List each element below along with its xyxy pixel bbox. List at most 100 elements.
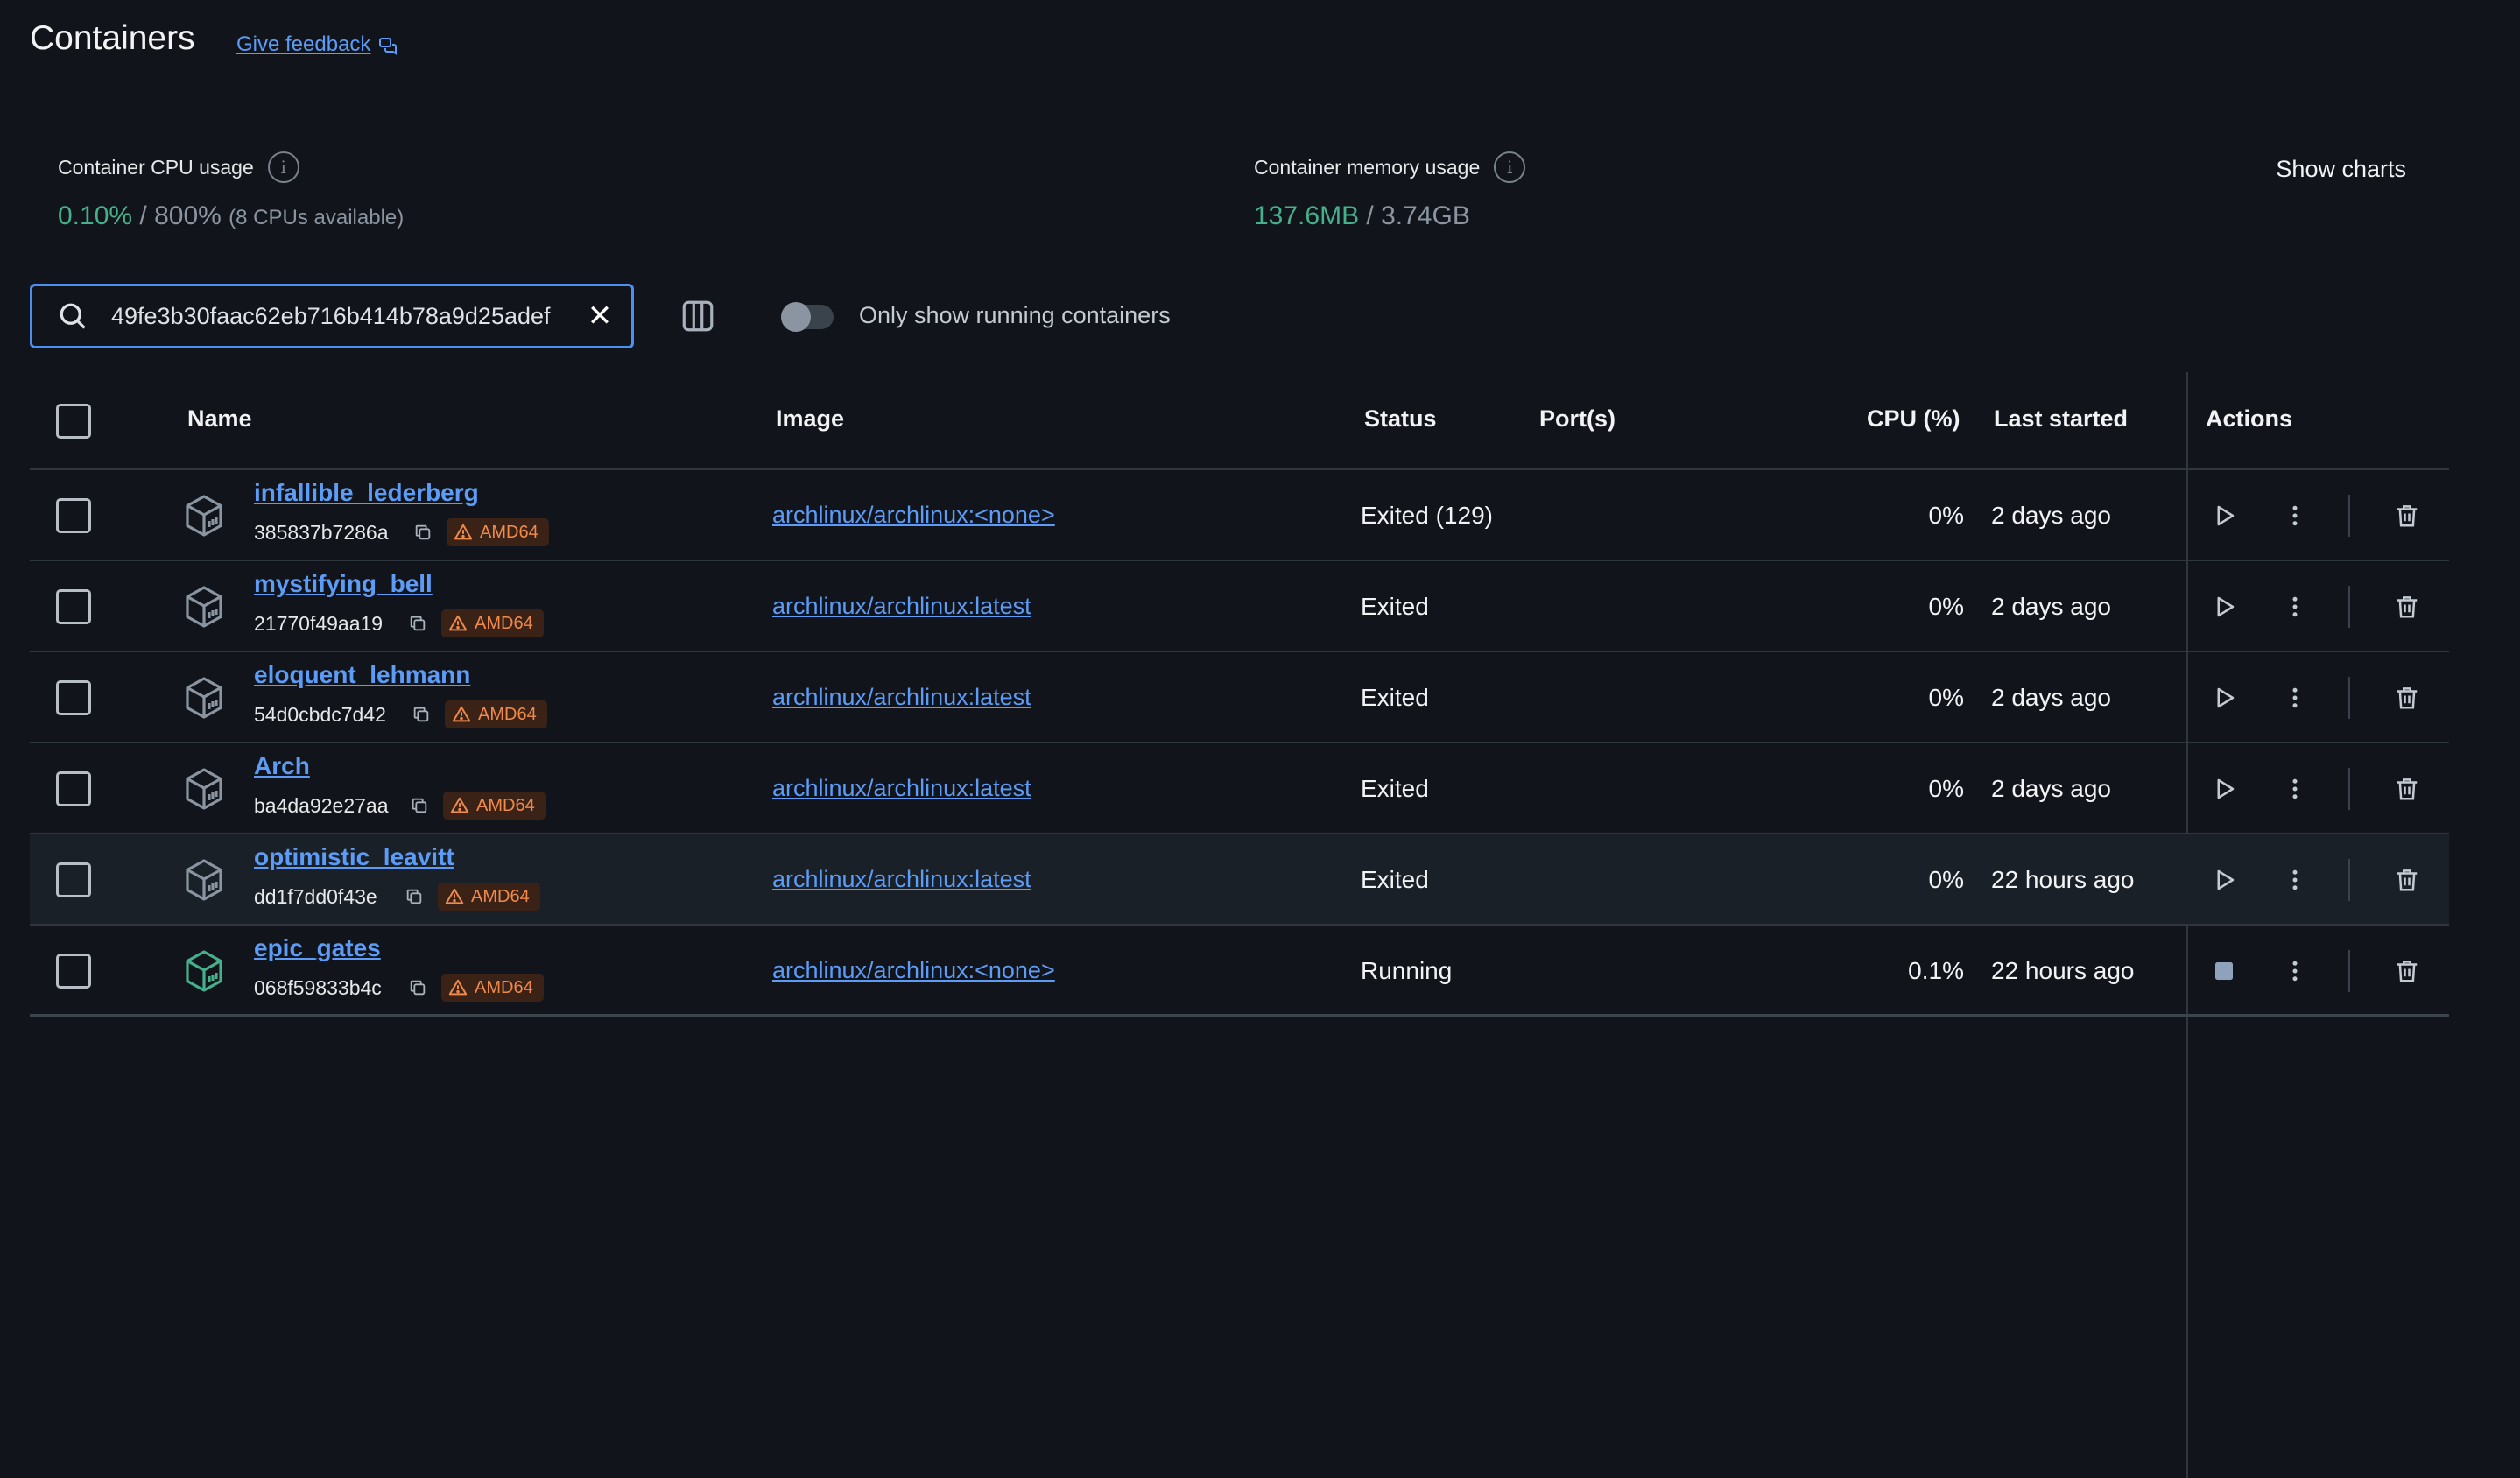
container-name-link[interactable]: optimistic_leavitt xyxy=(254,843,454,871)
delete-button[interactable] xyxy=(2388,770,2426,808)
give-feedback-link[interactable]: Give feedback xyxy=(236,32,398,57)
play-icon xyxy=(2217,687,2235,708)
table-row[interactable]: mystifying_bell 21770f49aa19 AMD64 archl… xyxy=(30,561,2449,652)
arch-warning-badge[interactable]: AMD64 xyxy=(447,518,549,546)
column-header-status[interactable]: Status xyxy=(1364,405,1437,433)
copy-icon[interactable] xyxy=(408,978,427,997)
table-row[interactable]: infallible_lederberg 385837b7286a AMD64 … xyxy=(30,470,2449,561)
give-feedback-label: Give feedback xyxy=(236,32,371,56)
column-header-image[interactable]: Image xyxy=(776,405,844,433)
table-row[interactable]: eloquent_lehmann 54d0cbdc7d42 AMD64 arch… xyxy=(30,652,2449,743)
cpu-usage-value: 0.10% / 800% (8 CPUs available) xyxy=(58,201,404,231)
column-header-last-started[interactable]: Last started xyxy=(1994,405,2128,433)
search-box[interactable]: ✕ xyxy=(30,284,634,348)
columns-icon[interactable] xyxy=(679,298,716,334)
more-actions-button[interactable] xyxy=(2276,588,2314,626)
close-icon[interactable]: ✕ xyxy=(582,299,617,334)
row-checkbox[interactable] xyxy=(56,954,91,989)
more-actions-button[interactable] xyxy=(2276,679,2314,717)
search-input[interactable] xyxy=(109,301,582,331)
table-row[interactable]: optimistic_leavitt dd1f7dd0f43e AMD64 ar… xyxy=(30,834,2449,926)
start-button[interactable] xyxy=(2205,496,2243,535)
delete-button[interactable] xyxy=(2388,588,2426,626)
delete-button[interactable] xyxy=(2388,952,2426,990)
more-actions-button[interactable] xyxy=(2276,952,2314,990)
column-header-ports[interactable]: Port(s) xyxy=(1539,405,1615,433)
start-button[interactable] xyxy=(2205,679,2243,717)
table-row[interactable]: Arch ba4da92e27aa AMD64 archlinux/archli… xyxy=(30,743,2449,834)
table-row[interactable]: epic_gates 068f59833b4c AMD64 archlinux/… xyxy=(30,926,2449,1017)
kebab-menu-icon xyxy=(2292,505,2298,526)
container-cube-icon xyxy=(184,676,224,720)
container-cube-icon xyxy=(184,585,224,629)
copy-icon[interactable] xyxy=(413,523,433,542)
start-button[interactable] xyxy=(2205,770,2243,808)
kebab-menu-icon xyxy=(2292,869,2298,890)
kebab-menu-icon xyxy=(2292,961,2298,982)
memory-used: 137.6MB xyxy=(1254,201,1360,230)
running-only-toggle[interactable] xyxy=(781,302,834,332)
stop-button[interactable] xyxy=(2205,952,2243,990)
info-icon[interactable]: i xyxy=(1494,151,1526,183)
start-button[interactable] xyxy=(2205,588,2243,626)
column-header-name[interactable]: Name xyxy=(187,405,252,433)
arch-label: AMD64 xyxy=(475,613,533,633)
trash-icon xyxy=(2397,596,2418,618)
status-text: Exited xyxy=(1361,593,1429,620)
image-link[interactable]: archlinux/archlinux:latest xyxy=(772,684,1031,711)
image-link[interactable]: archlinux/archlinux:<none> xyxy=(772,957,1055,984)
copy-icon[interactable] xyxy=(408,614,427,633)
row-checkbox[interactable] xyxy=(56,771,91,806)
image-link[interactable]: archlinux/archlinux:latest xyxy=(772,866,1031,893)
copy-icon[interactable] xyxy=(405,887,424,906)
container-cube-icon xyxy=(184,767,224,811)
running-only-label: Only show running containers xyxy=(859,302,1171,328)
row-checkbox[interactable] xyxy=(56,680,91,715)
delete-button[interactable] xyxy=(2388,861,2426,899)
image-link[interactable]: archlinux/archlinux:latest xyxy=(772,593,1031,620)
action-separator xyxy=(2348,950,2350,992)
arch-label: AMD64 xyxy=(478,704,537,724)
delete-button[interactable] xyxy=(2388,496,2426,535)
trash-icon xyxy=(2397,778,2418,800)
last-started-text: 2 days ago xyxy=(1991,502,2111,529)
select-all-checkbox[interactable] xyxy=(56,404,91,439)
trash-icon xyxy=(2397,505,2418,527)
last-started-text: 2 days ago xyxy=(1991,593,2111,620)
row-checkbox[interactable] xyxy=(56,498,91,533)
show-charts-button[interactable]: Show charts xyxy=(2276,156,2406,183)
container-name-link[interactable]: mystifying_bell xyxy=(254,570,433,598)
warning-triangle-icon xyxy=(445,888,464,904)
container-name-link[interactable]: epic_gates xyxy=(254,934,381,962)
row-checkbox[interactable] xyxy=(56,862,91,897)
more-actions-button[interactable] xyxy=(2276,861,2314,899)
info-icon[interactable]: i xyxy=(267,151,299,183)
cpu-value: 0.1% xyxy=(1908,957,1964,984)
last-started-text: 22 hours ago xyxy=(1991,866,2135,893)
trash-icon xyxy=(2397,961,2418,982)
image-link[interactable]: archlinux/archlinux:latest xyxy=(772,775,1031,802)
arch-warning-badge[interactable]: AMD64 xyxy=(441,609,544,637)
delete-button[interactable] xyxy=(2388,679,2426,717)
more-actions-button[interactable] xyxy=(2276,496,2314,535)
container-name-link[interactable]: Arch xyxy=(254,752,310,780)
copy-icon[interactable] xyxy=(410,796,429,815)
arch-label: AMD64 xyxy=(471,886,530,906)
column-header-cpu[interactable]: CPU (%) xyxy=(1867,405,1960,433)
image-link[interactable]: archlinux/archlinux:<none> xyxy=(772,502,1055,529)
status-text: Running xyxy=(1361,957,1453,984)
more-actions-button[interactable] xyxy=(2276,770,2314,808)
copy-icon[interactable] xyxy=(412,705,431,724)
warning-triangle-icon xyxy=(452,706,471,722)
start-button[interactable] xyxy=(2205,861,2243,899)
container-cube-icon xyxy=(184,494,224,538)
memory-total: 3.74GB xyxy=(1381,201,1470,230)
container-name-link[interactable]: eloquent_lehmann xyxy=(254,661,470,689)
arch-warning-badge[interactable]: AMD64 xyxy=(438,883,540,911)
arch-warning-badge[interactable]: AMD64 xyxy=(445,700,547,728)
arch-warning-badge[interactable]: AMD64 xyxy=(441,974,544,1002)
container-name-link[interactable]: infallible_lederberg xyxy=(254,479,479,507)
row-checkbox[interactable] xyxy=(56,589,91,624)
arch-warning-badge[interactable]: AMD64 xyxy=(443,792,546,820)
arch-label: AMD64 xyxy=(480,522,538,542)
